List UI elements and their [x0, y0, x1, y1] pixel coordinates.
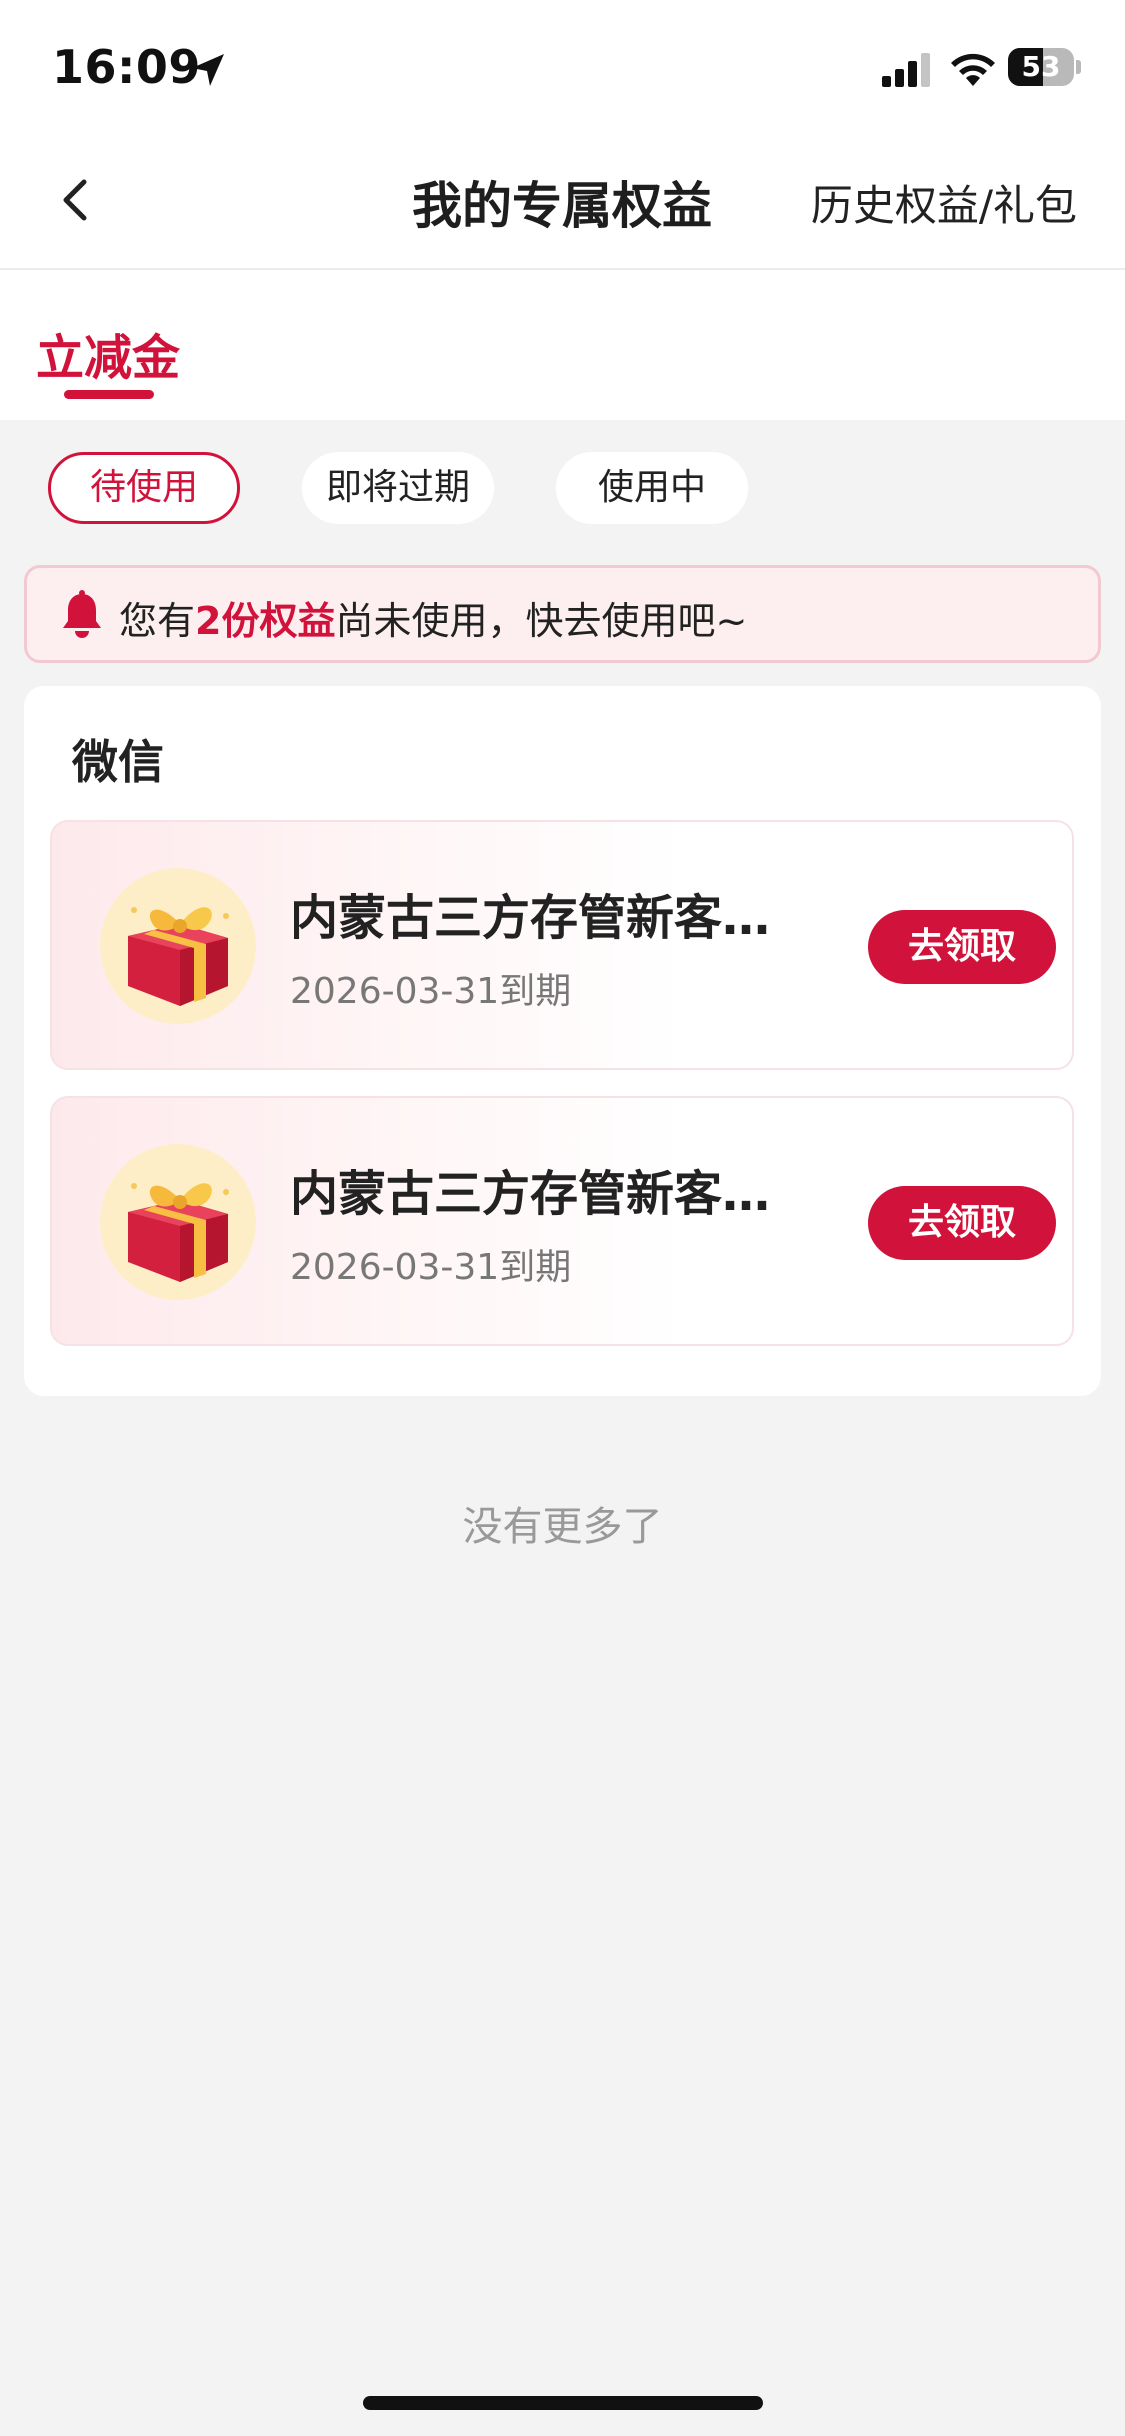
back-chevron-icon[interactable]	[48, 170, 108, 230]
coupon-item: 内蒙古三方存管新客… 2026-03-31到期 去领取	[50, 1096, 1074, 1346]
coupon-name: 内蒙古三方存管新客…	[290, 890, 771, 946]
coupon-expiry: 2026-03-31到期	[290, 1247, 572, 1288]
status-bar: 16:09 53	[0, 0, 1125, 136]
battery-indicator: 53	[1008, 48, 1081, 88]
cellular-signal-icon	[882, 53, 930, 87]
filter-expiring-soon[interactable]: 即将过期	[302, 452, 494, 524]
tab-instant-discount[interactable]: 立减金	[36, 318, 180, 388]
status-time: 16:09	[52, 40, 201, 94]
nav-bar: 我的专属权益 历史权益/礼包	[0, 136, 1125, 270]
notice-prefix: 您有	[119, 599, 196, 643]
page-title: 我的专属权益	[412, 177, 712, 235]
claim-button[interactable]: 去领取	[868, 910, 1056, 984]
battery-percent: 53	[1021, 50, 1061, 83]
coupon-expiry: 2026-03-31到期	[290, 971, 572, 1012]
history-benefits-link[interactable]: 历史权益/礼包	[811, 172, 1077, 233]
benefits-card: 微信 内蒙古三方存管新客… 2026-03-31到期 去领取 内蒙古三方存管新客…	[24, 686, 1101, 1396]
notice-suffix: 尚未使用，快去使用吧~	[335, 599, 748, 643]
gift-icon	[100, 868, 256, 1024]
notice-highlight: 2份权益	[195, 599, 336, 643]
home-indicator[interactable]	[363, 2396, 763, 2410]
coupon-name: 内蒙古三方存管新客…	[290, 1166, 771, 1222]
notice-text: 您有2份权益尚未使用，快去使用吧~	[119, 590, 747, 645]
coupon-item: 内蒙古三方存管新客… 2026-03-31到期 去领取	[50, 820, 1074, 1070]
category-tabs: 立减金	[0, 270, 1125, 420]
filter-to-use[interactable]: 待使用	[48, 452, 240, 524]
unused-benefits-notice: 您有2份权益尚未使用，快去使用吧~	[24, 565, 1101, 663]
claim-button[interactable]: 去领取	[868, 1186, 1056, 1260]
bell-icon	[63, 590, 101, 638]
wifi-icon	[951, 53, 995, 86]
location-arrow-icon	[192, 54, 224, 86]
filter-in-use[interactable]: 使用中	[556, 452, 748, 524]
section-title: 微信	[72, 735, 164, 789]
no-more-text: 没有更多了	[462, 1504, 663, 1550]
tab-active-indicator	[64, 390, 154, 399]
gift-icon	[100, 1144, 256, 1300]
